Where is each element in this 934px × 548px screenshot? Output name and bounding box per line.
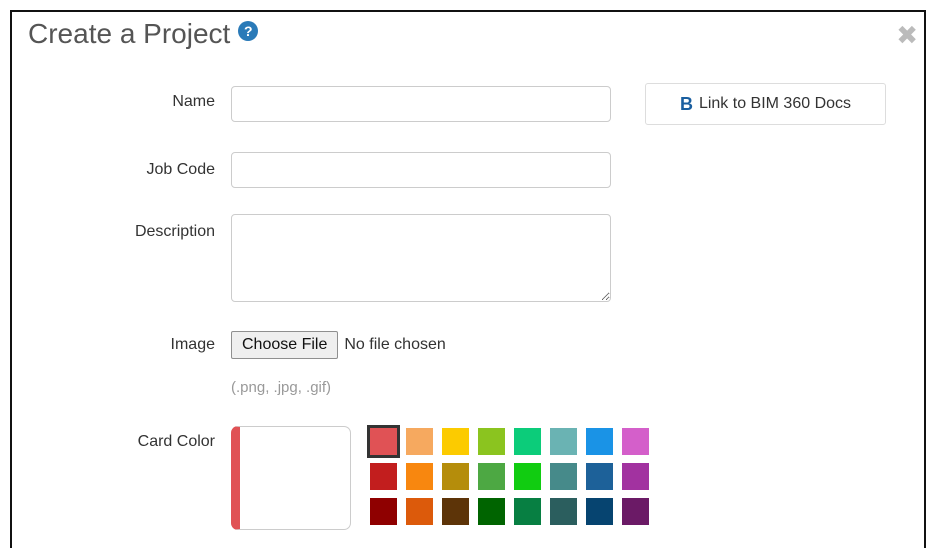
description-textarea[interactable] [231,214,611,302]
color-swatch[interactable] [442,428,469,455]
image-file-input: Choose File No file chosen [231,331,446,359]
color-swatch[interactable] [478,463,505,490]
color-swatch[interactable] [367,425,400,458]
job-code-label: Job Code [146,161,216,178]
create-project-dialog: Create a Project ? ✖ Name B Link to BIM … [10,10,926,548]
description-label: Description [134,223,215,240]
color-swatch[interactable] [406,463,433,490]
color-swatch[interactable] [514,463,541,490]
color-swatch[interactable] [622,428,649,455]
job-code-input[interactable] [231,152,611,188]
card-color-preview [231,426,351,530]
color-swatch[interactable] [622,498,649,525]
close-icon[interactable]: ✖ [896,22,918,48]
color-swatch[interactable] [370,498,397,525]
color-swatch-grid [367,425,649,525]
color-swatch[interactable] [586,463,613,490]
color-swatch[interactable] [478,428,505,455]
dialog-title-row: Create a Project ? [28,18,259,50]
color-swatch[interactable] [370,463,397,490]
color-swatch[interactable] [406,428,433,455]
image-label: Image [170,336,215,353]
file-type-hint: (.png, .jpg, .gif) [231,379,332,396]
help-icon[interactable]: ? [238,21,259,41]
name-input[interactable] [231,86,611,122]
choose-file-button[interactable]: Choose File [231,331,339,359]
color-swatch[interactable] [442,498,469,525]
dialog-title: Create a Project [28,18,231,49]
color-swatch[interactable] [514,428,541,455]
color-swatch[interactable] [550,463,577,490]
color-swatch[interactable] [478,498,505,525]
color-swatch[interactable] [514,498,541,525]
card-color-label: Card Color [137,433,215,450]
link-bim360-label: Link to BIM 360 Docs [698,95,852,112]
color-swatch[interactable] [406,498,433,525]
color-swatch[interactable] [622,463,649,490]
color-swatch[interactable] [550,498,577,525]
color-swatch[interactable] [586,498,613,525]
link-bim360-button[interactable]: B Link to BIM 360 Docs [645,83,886,125]
bim-b-icon: B [679,93,693,114]
color-swatch[interactable] [586,428,613,455]
name-label: Name [172,93,215,110]
color-swatch[interactable] [550,428,577,455]
color-swatch[interactable] [442,463,469,490]
file-status: No file chosen [344,336,446,353]
